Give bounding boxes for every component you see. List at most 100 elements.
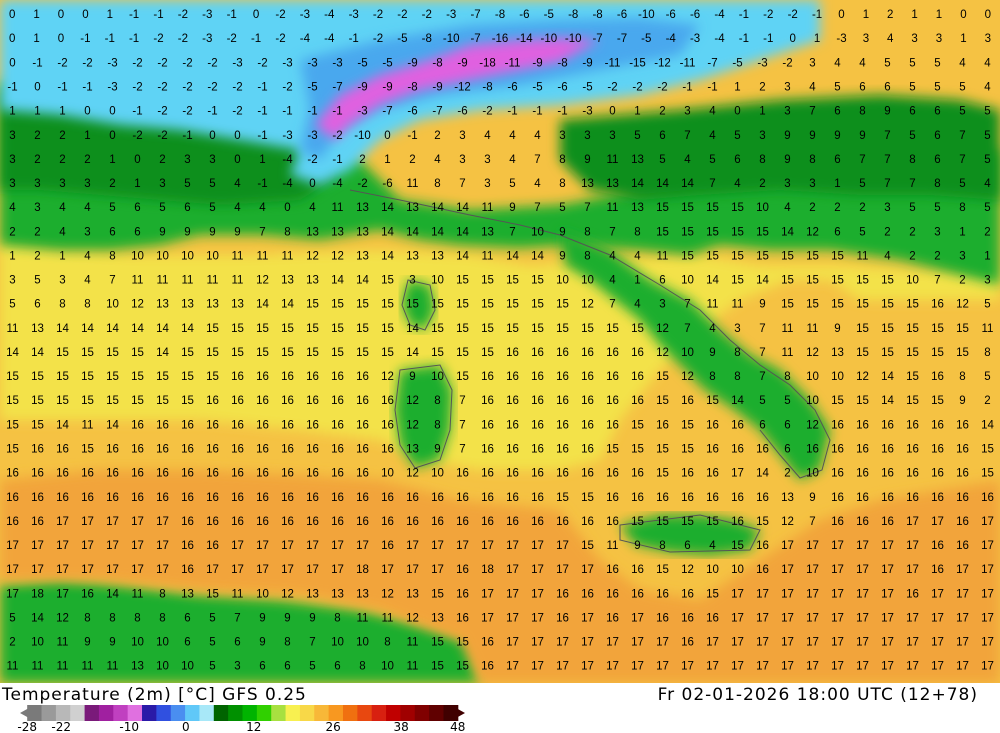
temperature-value: 5 — [209, 637, 215, 649]
temperature-value: 4 — [84, 275, 91, 287]
temperature-value: 17 — [531, 613, 544, 625]
temperature-value: 17 — [806, 564, 819, 576]
temperature-value: 8 — [434, 178, 440, 190]
temperature-value: 15 — [806, 299, 819, 311]
temperature-value: 3 — [809, 57, 815, 69]
temperature-value: 11 — [782, 347, 794, 359]
temperature-value: 16 — [356, 395, 369, 407]
temperature-value: 3 — [34, 202, 40, 214]
temperature-value: 5 — [884, 57, 890, 69]
temperature-value: 15 — [81, 347, 94, 359]
temperature-value: 8 — [784, 371, 790, 383]
temperature-value: 17 — [281, 540, 294, 552]
temperature-value: 5 — [909, 57, 915, 69]
temperature-value: 2 — [984, 395, 990, 407]
temperature-value: 9 — [309, 613, 315, 625]
temperature-value: -5 — [307, 82, 317, 94]
temperature-value: 2 — [434, 130, 440, 142]
temperature-value: 16 — [606, 468, 619, 480]
temperature-value: 2 — [984, 226, 990, 238]
temperature-value: 13 — [406, 588, 419, 600]
temperature-value: 16 — [581, 395, 594, 407]
temperature-value: 10 — [531, 226, 544, 238]
temperature-value: -2 — [607, 82, 617, 94]
temperature-value: 7 — [809, 106, 815, 118]
temperature-value: 17 — [931, 613, 944, 625]
temperature-value: 15 — [231, 323, 244, 335]
temperature-value: 11 — [57, 661, 69, 673]
colorbar-segment — [199, 705, 215, 721]
temperature-value: 16 — [31, 492, 44, 504]
temperature-value: -1 — [332, 154, 342, 166]
temperature-value: 15 — [181, 371, 194, 383]
colorbar-segment — [228, 705, 243, 721]
temperature-value: 4 — [534, 130, 541, 142]
colorbar-tick-label: -10 — [119, 720, 139, 733]
temperature-value: 12 — [406, 468, 419, 480]
temperature-value: 1 — [960, 33, 966, 45]
temperature-value: 16 — [331, 419, 344, 431]
temperature-value: -2 — [357, 178, 367, 190]
temperature-value: 10 — [681, 347, 694, 359]
temperature-value: 17 — [556, 540, 569, 552]
temperature-value: 15 — [306, 299, 319, 311]
temperature-value: -4 — [282, 178, 293, 190]
temperature-value: 11 — [607, 540, 619, 552]
temperature-value: -2 — [178, 33, 188, 45]
temperature-value: 17 — [556, 637, 569, 649]
temperature-value: -6 — [519, 9, 529, 21]
temperature-value: 10 — [906, 275, 919, 287]
temperature-value: 16 — [856, 444, 869, 456]
temperature-value: 15 — [681, 419, 694, 431]
temperature-value: 11 — [82, 419, 94, 431]
temperature-value: -1 — [349, 33, 359, 45]
temperature-value: 4 — [234, 202, 241, 214]
temperature-value: -10 — [540, 33, 557, 45]
temperature-value: 17 — [531, 588, 544, 600]
temperature-value: -4 — [324, 33, 335, 45]
temperature-value: 1 — [936, 9, 942, 21]
temperature-value: -3 — [307, 57, 317, 69]
temperature-value: -2 — [207, 57, 217, 69]
colorbar-segment — [70, 705, 86, 721]
temperature-value: 17 — [856, 613, 869, 625]
temperature-value: 4 — [709, 106, 716, 118]
temperature-value: -1 — [129, 33, 139, 45]
temperature-value: 16 — [306, 371, 319, 383]
temperature-value: 16 — [956, 540, 969, 552]
temperature-value: -1 — [507, 106, 517, 118]
colorbar-tick-label: 38 — [393, 720, 409, 733]
temperature-value: 8 — [759, 154, 765, 166]
temperature-value: 15 — [931, 323, 944, 335]
temperature-value: -9 — [582, 57, 592, 69]
temperature-value: 15 — [631, 516, 644, 528]
temperature-value: 3 — [609, 130, 615, 142]
temperature-value: -11 — [505, 57, 521, 69]
temperature-value: 7 — [259, 226, 265, 238]
temperature-value: 16 — [956, 419, 969, 431]
temperature-value: 7 — [584, 202, 590, 214]
temperature-value: 17 — [731, 661, 744, 673]
temperature-value: 6 — [784, 419, 790, 431]
temperature-value: 16 — [631, 347, 644, 359]
temperature-value: 3 — [234, 661, 240, 673]
temperature-value: 17 — [581, 661, 594, 673]
colorbar-tick-label: 12 — [246, 720, 262, 733]
temperature-value: -3 — [357, 106, 367, 118]
temperature-value: 15 — [606, 323, 619, 335]
temperature-value: 15 — [656, 202, 669, 214]
temperature-value: 16 — [281, 419, 294, 431]
temperature-value: 11 — [482, 202, 494, 214]
temperature-value: -8 — [432, 57, 442, 69]
temperature-value: 8 — [84, 613, 90, 625]
temperature-value: 17 — [156, 540, 169, 552]
temperature-value: 17 — [506, 564, 519, 576]
temperature-value: 16 — [931, 564, 944, 576]
temperature-value: 13 — [306, 226, 319, 238]
temperature-value: 13 — [481, 226, 494, 238]
temperature-value: 4 — [509, 154, 516, 166]
temperature-value: 17 — [231, 540, 244, 552]
temperature-value: 7 — [309, 637, 315, 649]
temperature-value: 1 — [84, 130, 90, 142]
temperature-value: 17 — [531, 540, 544, 552]
